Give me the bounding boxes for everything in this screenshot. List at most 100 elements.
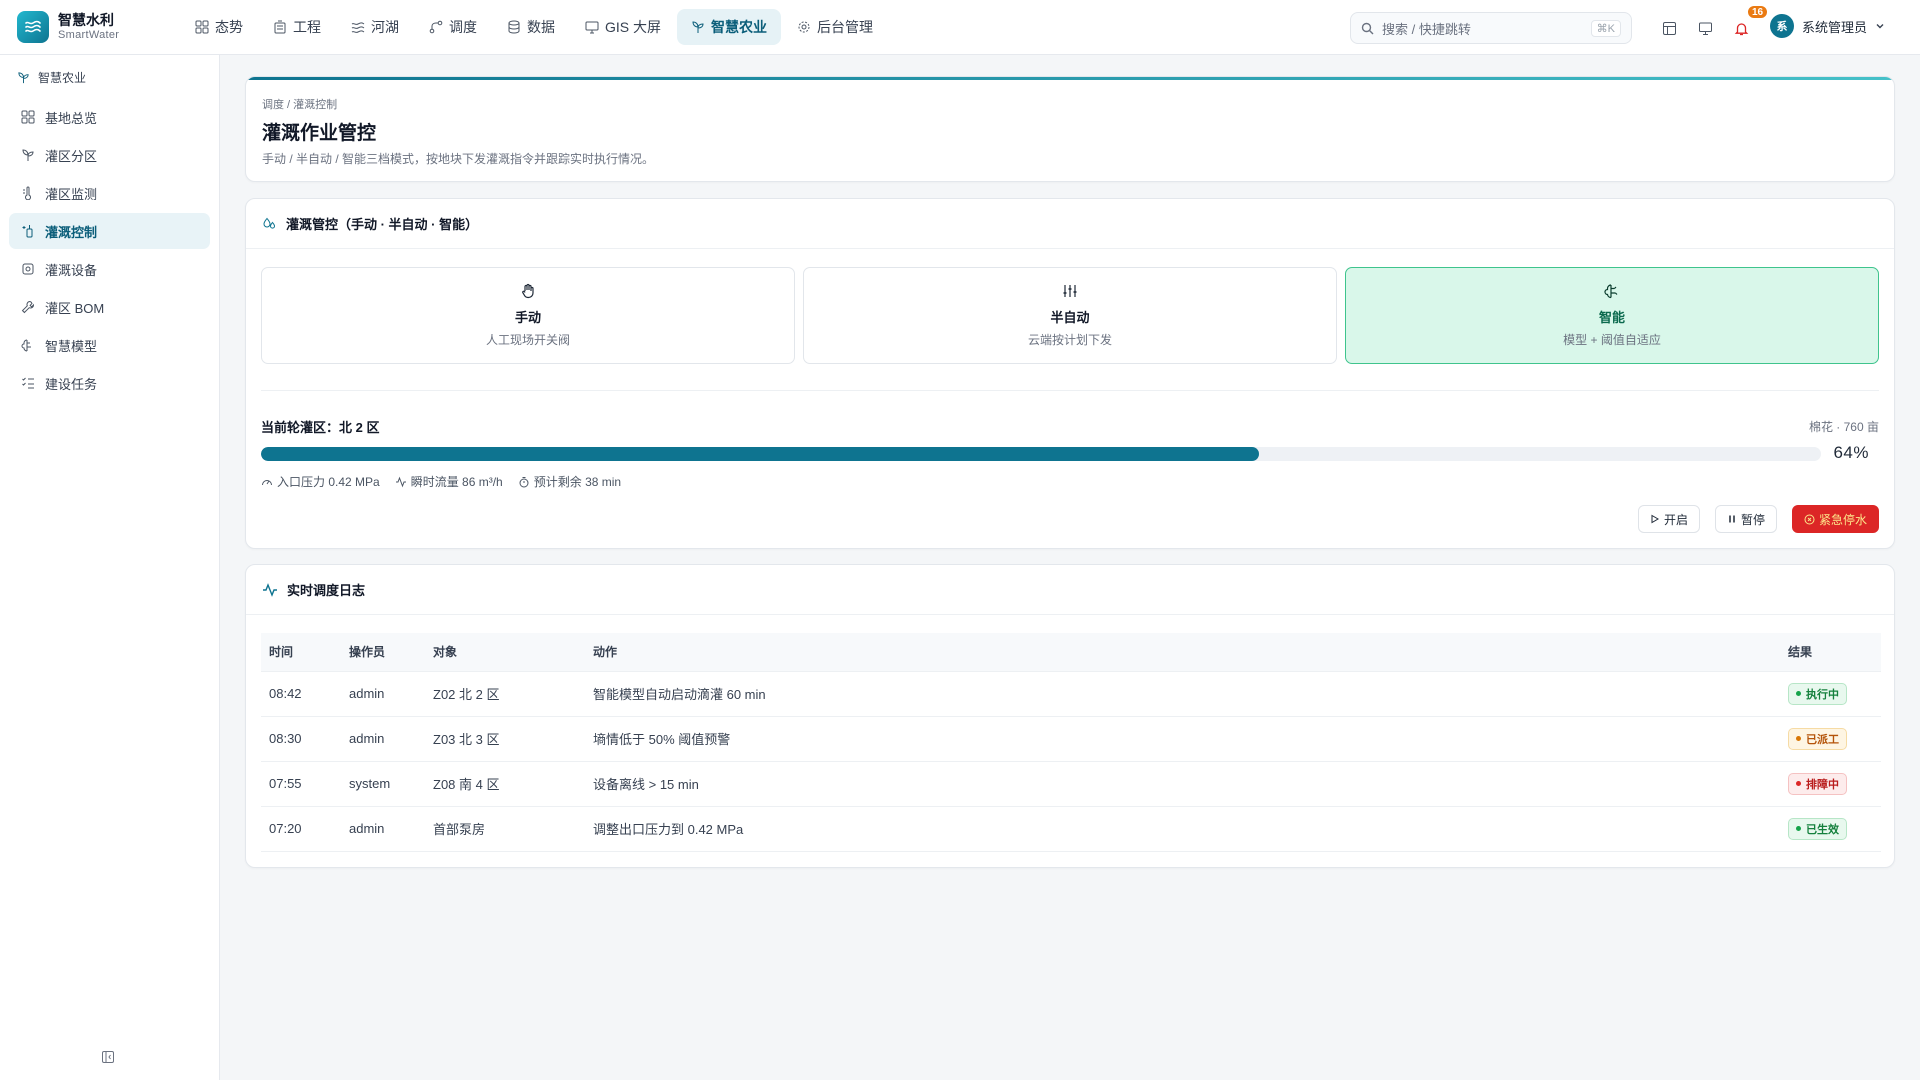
collapse-sidebar-icon[interactable] [101,1050,115,1067]
page-description: 手动 / 半自动 / 智能三档模式，按地块下发灌溉指令并跟踪实时执行情况。 [262,152,655,166]
play-icon [1651,514,1659,524]
progress-bar [261,447,1821,461]
droplets-icon [263,217,276,229]
column-header: 动作 [585,633,1780,672]
sidebar-item-irrigation-control[interactable]: 灌溉控制 [9,213,210,249]
breadcrumb[interactable]: 调度 / 灌溉控制 [262,96,337,112]
sidebar-item-label: 灌区 BOM [45,300,105,316]
nav-item-dispatch[interactable]: 调度 [415,9,491,45]
nav-item-situation[interactable]: 态势 [181,9,257,45]
avatar: 系 [1770,14,1794,38]
cell-target: Z02 北 2 区 [425,671,585,717]
chevron-down-icon [1876,24,1884,29]
sidebar-item-label: 灌区监测 [45,186,98,202]
cell-action: 设备离线 > 15 min [585,761,1780,807]
emergency-stop-label: 紧急停水 [1818,512,1867,527]
sidebar-item-tasks[interactable]: 建设任务 [9,365,210,401]
pause-button[interactable]: 暂停 [1714,505,1777,533]
sidebar-item-bom[interactable]: 灌区 BOM [9,289,210,325]
gear-icon [798,21,810,33]
column-header: 结果 [1780,633,1881,672]
zone-crop-area: 棉花 · 760 亩 [1808,420,1879,434]
card-title: 灌溉管控（手动 · 半自动 · 智能） [286,217,479,232]
table-row[interactable]: 07:20 admin 首部泵房 调整出口压力到 0.42 MPa 已生效 [261,806,1881,852]
status-dot-icon [1796,781,1801,786]
sidebar-item-label: 灌区分区 [45,148,98,164]
table-row[interactable]: 08:42 admin Z02 北 2 区智能模型自动启动滴灌 60 min 执行中 [261,671,1881,717]
pause-icon [1729,515,1735,523]
building-icon [274,20,286,34]
sidebar-title: 智慧农业 [38,70,87,85]
cog-icon [22,263,34,275]
cell-target: Z08 南 4 区 [425,761,585,807]
progress-fill [261,447,1260,461]
status-text: 已派工 [1806,733,1839,746]
mode-smart[interactable]: 智能 模型 + 阈值自适应 [1345,267,1879,364]
layout-icon[interactable] [1659,18,1679,38]
nav-label: GIS 大屏 [605,19,662,35]
sidebar-item-smart-model[interactable]: 智慧模型 [9,327,210,363]
status-text: 已生效 [1806,823,1839,836]
nav-label: 后台管理 [817,19,874,35]
column-header: 对象 [425,633,585,672]
nav-item-data[interactable]: 数据 [493,9,569,45]
current-zone-label: 当前轮灌区：北 2 区 [261,420,380,435]
nav-item-rivers[interactable]: 河湖 [337,9,413,45]
table-row[interactable]: 08:30 admin Z03 北 3 区墒情低于 50% 阈值预警 已派工 [261,716,1881,762]
sidebar-item-label: 智慧模型 [45,338,98,354]
hand-icon [522,283,534,299]
mode-manual[interactable]: 手动 人工现场开关阀 [261,267,795,364]
monitor-icon [585,21,599,34]
column-header: 时间 [261,633,341,672]
irrigation-icon [22,225,33,238]
page-header-card: 调度 / 灌溉控制 灌溉作业管控 手动 / 半自动 / 智能三档模式，按地块下发… [245,76,1895,182]
list-check-icon [22,377,34,389]
nav-label: 数据 [527,19,555,35]
waves-icon [351,22,365,33]
start-label: 开启 [1663,512,1688,527]
log-table: 时间 操作员 对象 动作 结果 08:42 admin Z02 北 2 区智能模型自… [261,633,1881,852]
nav-label: 智慧农业 [711,19,768,35]
cell-action: 智能模型自动启动滴灌 60 min [585,671,1780,717]
sidebar-item-devices[interactable]: 灌溉设备 [9,251,210,287]
cell-result: 已派工 [1780,716,1881,762]
brand[interactable]: 智慧水利 SmartWater [17,11,167,43]
status-badge: 已生效 [1788,817,1847,840]
nav-item-admin[interactable]: 后台管理 [783,9,887,45]
bell-icon[interactable] [1731,18,1751,38]
nav-item-smart-agriculture[interactable]: 智慧农业 [677,9,782,45]
screen-icon[interactable] [1695,18,1715,38]
status-dot-icon [1796,736,1801,741]
sprout-icon [18,71,29,83]
mode-name: 半自动 [1050,310,1090,325]
route-icon [429,20,443,34]
nav-item-gis[interactable]: GIS 大屏 [571,9,675,45]
mode-description: 人工现场开关阀 [485,333,570,347]
brain-icon [1604,284,1618,299]
table-row[interactable]: 07:55 system Z08 南 4 区设备离线 > 15 min 排障中 [261,761,1881,807]
search-box[interactable]: 搜索 / 快捷跳转 ⌘K [1350,12,1632,44]
sidebar-item-monitoring[interactable]: 灌区监测 [9,175,210,211]
top-bar: 智慧水利 SmartWater 态势 工程 河湖 调度 数据 GIS 大屏 智慧… [0,0,1920,55]
sidebar-item-zones[interactable]: 灌区分区 [9,137,210,173]
shortcut-hint: ⌘K [1590,19,1621,37]
status-dot-icon [1796,691,1801,696]
status-dot-icon [1796,826,1801,831]
mode-semi-auto[interactable]: 半自动 云端按计划下发 [803,267,1337,364]
sprout-icon [692,21,704,33]
nav-item-engineering[interactable]: 工程 [259,9,335,45]
mode-name: 智能 [1598,310,1625,325]
emergency-stop-button[interactable]: 紧急停水 [1791,505,1879,533]
nav-label: 调度 [449,19,477,35]
search-input[interactable]: 搜索 / 快捷跳转 [1382,19,1591,38]
metric-text: 瞬时流量 86 m³/h [410,475,503,489]
user-menu[interactable]: 系 系统管理员 [1770,14,1885,38]
sidebar-item-overview[interactable]: 基地总览 [9,99,210,135]
mode-name: 手动 [514,310,541,325]
start-button[interactable]: 开启 [1637,505,1700,533]
divider [261,390,1879,391]
cell-result: 排障中 [1780,761,1881,807]
timer-icon [519,476,529,487]
activity-icon [263,582,277,597]
sidebar-item-label: 基地总览 [45,110,98,126]
